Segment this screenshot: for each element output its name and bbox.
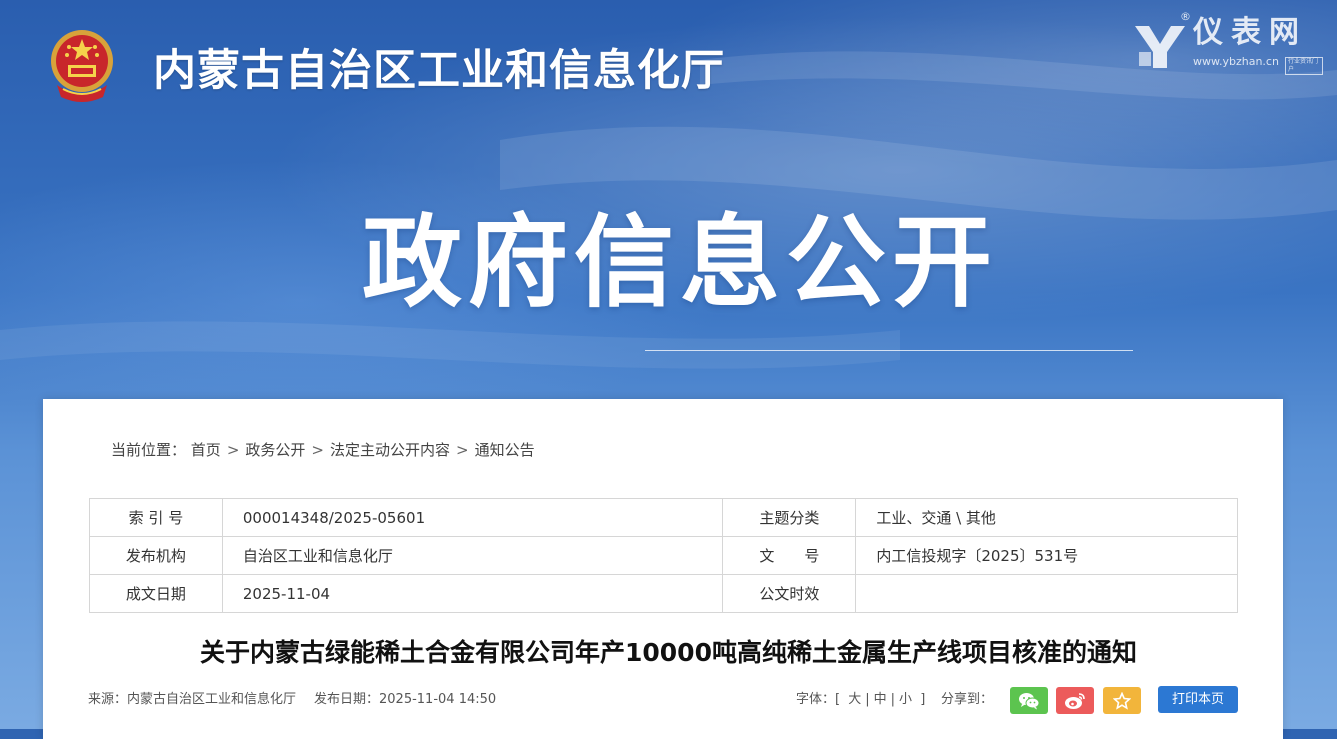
banner-divider <box>645 350 1133 351</box>
meta-value-publisher: 自治区工业和信息化厅 <box>221 536 724 575</box>
meta-value-date: 2025-11-04 <box>221 574 724 613</box>
meta-label-date: 成文日期 <box>89 574 223 613</box>
watermark: ® 仪表网 www.ybzhan.cn 行业资讯门户 <box>1133 10 1323 75</box>
registered-mark: ® <box>1180 10 1191 23</box>
meta-label-doc-number: 文 号 <box>722 536 857 575</box>
meta-label-publisher: 发布机构 <box>89 536 223 575</box>
article-publish-date: 发布日期：2025-11-04 14:50 <box>314 692 497 707</box>
breadcrumb-home[interactable]: 首页 <box>191 441 221 459</box>
breadcrumb-separator: > <box>226 441 240 459</box>
national-emblem-icon <box>51 30 113 102</box>
meta-label-validity: 公文时效 <box>722 574 857 613</box>
weibo-icon <box>1065 692 1085 709</box>
table-row: 成文日期 2025-11-04 公文时效 <box>89 574 1238 613</box>
article-source: 来源：内蒙古自治区工业和信息化厅 <box>88 692 297 707</box>
table-row: 发布机构 自治区工业和信息化厅 文 号 内工信投规字〔2025〕531号 <box>89 536 1238 575</box>
wechat-icon <box>1019 692 1040 709</box>
article-title: 关于内蒙古绿能稀土合金有限公司年产10000吨高纯稀土金属生产线项目核准的通知 <box>200 638 1137 667</box>
breadcrumb: 当前位置： 首页 > 政务公开 > 法定主动公开内容 > 通知公告 <box>111 440 535 460</box>
meta-label-index: 索 引 号 <box>89 498 223 537</box>
article-info: 来源：内蒙古自治区工业和信息化厅 发布日期：2025-11-04 14:50 <box>88 690 496 710</box>
meta-value-index: 000014348/2025-05601 <box>221 498 724 537</box>
breadcrumb-separator: > <box>456 441 469 459</box>
star-icon <box>1113 691 1131 710</box>
meta-value-doc-number: 内工信投规字〔2025〕531号 <box>855 536 1238 575</box>
font-large-button[interactable]: 大 <box>844 692 865 707</box>
font-medium-button[interactable]: 中 <box>870 692 891 707</box>
font-small-button[interactable]: 小 <box>895 692 916 707</box>
print-button[interactable]: 打印本页 <box>1158 686 1238 713</box>
table-row: 索 引 号 000014348/2025-05601 主题分类 工业、交通 \ … <box>89 498 1238 537</box>
breadcrumb-gov-affairs[interactable]: 政务公开 <box>245 441 305 459</box>
banner-heading: 政府信息公开 <box>362 204 998 321</box>
share-label: 分享到： <box>941 692 994 707</box>
share-weibo-button[interactable] <box>1056 687 1094 714</box>
share-favorite-button[interactable] <box>1103 687 1141 714</box>
breadcrumb-statutory-disclosure[interactable]: 法定主动公开内容 <box>330 441 450 459</box>
font-size-label: 字体： <box>796 692 836 707</box>
watermark-tag: 行业资讯门户 <box>1285 57 1323 75</box>
watermark-url: www.ybzhan.cn <box>1193 55 1279 68</box>
breadcrumb-notices[interactable]: 通知公告 <box>475 441 535 459</box>
breadcrumb-prefix: 当前位置： <box>111 441 187 459</box>
font-size-control: 字体：[ 大 | 中 | 小 ] <box>796 690 925 710</box>
document-meta-table: 索 引 号 000014348/2025-05601 主题分类 工业、交通 \ … <box>89 498 1238 613</box>
meta-value-category: 工业、交通 \ 其他 <box>855 498 1238 537</box>
meta-label-category: 主题分类 <box>722 498 857 537</box>
font-bracket-open: [ <box>835 692 841 707</box>
site-title: 内蒙古自治区工业和信息化厅 <box>153 46 725 96</box>
watermark-name: 仪表网 <box>1193 15 1307 50</box>
meta-value-validity <box>855 574 1238 613</box>
font-bracket-close: ] <box>920 692 926 707</box>
font-separator: | <box>865 692 870 707</box>
ybzhan-logo-icon <box>1135 26 1185 68</box>
breadcrumb-separator: > <box>311 441 324 459</box>
share-wechat-button[interactable] <box>1010 687 1048 714</box>
